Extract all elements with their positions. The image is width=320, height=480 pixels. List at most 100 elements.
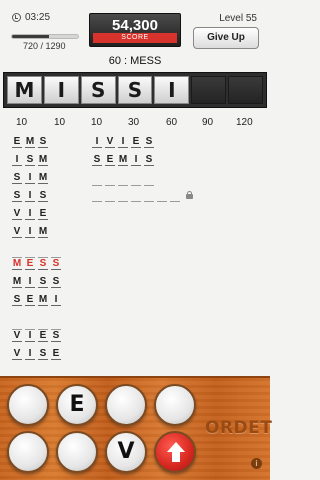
word-letter: M (38, 172, 48, 184)
strip-tile-empty (228, 76, 264, 104)
found-word: SEMI (12, 294, 61, 306)
word-letter: I (92, 136, 102, 148)
submit-button[interactable] (154, 431, 196, 473)
word-letter: S (38, 258, 48, 270)
word-slot-empty (12, 318, 61, 330)
found-word: SIS (12, 190, 48, 202)
word-letter: I (25, 330, 35, 342)
found-word: SIM (12, 172, 48, 184)
score-display: 54,300 SCORE (89, 13, 181, 47)
top-bar: 03:25 720 / 1290 54,300 SCORE Level 55 G… (0, 0, 270, 76)
found-word: VISE (12, 348, 61, 360)
letter-strip: M I S S I (3, 72, 267, 108)
word-letter: I (25, 348, 35, 360)
length-score: 60 (166, 117, 178, 128)
word-letter: S (12, 190, 22, 202)
strip-tile[interactable]: M (7, 76, 42, 104)
word-letter: E (38, 330, 48, 342)
rack-disk[interactable] (7, 384, 49, 426)
give-up-button[interactable]: Give Up (193, 27, 259, 49)
word-letter: S (144, 136, 154, 148)
progress-fill (12, 35, 49, 38)
word-letter: E (25, 294, 35, 306)
word-letter: E (38, 208, 48, 220)
word-slot-empty (92, 174, 154, 186)
word-slot-empty (92, 190, 180, 202)
length-score: 10 (54, 117, 66, 128)
length-score: 120 (236, 117, 253, 128)
word-letter: V (12, 226, 22, 238)
progress-text: 720 / 1290 (23, 41, 66, 51)
info-button[interactable]: i (251, 458, 262, 469)
word-letter: E (105, 154, 115, 166)
word-letter: E (12, 136, 22, 148)
word-letter: S (51, 330, 61, 342)
rack-disk[interactable] (105, 384, 147, 426)
strip-tile[interactable]: I (154, 76, 190, 104)
found-word: MESS (12, 258, 61, 270)
word-letter: I (12, 154, 22, 166)
word-letter: V (12, 208, 22, 220)
word-slot-empty (12, 246, 61, 258)
word-letter: I (25, 208, 35, 220)
length-score: 90 (202, 117, 214, 128)
word-letter: M (12, 258, 22, 270)
score-value: 54,300 (112, 17, 158, 34)
word-letter: S (51, 258, 61, 270)
strip-tile-empty (191, 76, 227, 104)
word-letter: S (38, 190, 48, 202)
word-letter: S (38, 276, 48, 288)
word-letter: M (12, 276, 22, 288)
word-letter: I (25, 172, 35, 184)
word-letter: M (38, 226, 48, 238)
length-score: 30 (128, 117, 140, 128)
word-letter: V (12, 330, 22, 342)
word-letter: S (12, 172, 22, 184)
word-letter: S (25, 154, 35, 166)
word-letter: S (38, 136, 48, 148)
word-letter: I (25, 276, 35, 288)
rack-disk[interactable] (7, 431, 49, 473)
length-score: 10 (16, 117, 28, 128)
word-letter: S (38, 348, 48, 360)
strip-tile[interactable]: S (117, 76, 153, 104)
word-letter: S (51, 276, 61, 288)
found-word: ISM (12, 154, 48, 166)
word-letter: M (38, 294, 48, 306)
word-letter: I (118, 136, 128, 148)
found-word: VIM (12, 226, 48, 238)
word-letter: S (144, 154, 154, 166)
found-word: IVIES (92, 136, 154, 148)
up-arrow-icon (167, 442, 185, 452)
word-letter: I (25, 190, 35, 202)
length-scores: 10 10 10 30 60 90 120 (0, 117, 270, 129)
timer: 03:25 (12, 12, 50, 23)
strip-tile[interactable]: S (80, 76, 116, 104)
timer-value: 03:25 (25, 12, 51, 23)
progress-bar (11, 34, 79, 39)
found-word: EMS (12, 136, 48, 148)
found-word: SEMIS (92, 154, 154, 166)
found-word: VIES (12, 330, 61, 342)
lock-icon (186, 191, 193, 199)
word-letter: S (12, 294, 22, 306)
rack-disk[interactable] (56, 431, 98, 473)
word-letter: I (25, 226, 35, 238)
word-letter: I (131, 154, 141, 166)
word-letter: V (12, 348, 22, 360)
clock-icon (12, 13, 21, 22)
word-letter: M (25, 136, 35, 148)
word-letter: S (92, 154, 102, 166)
level-indicator: Level 55 (219, 13, 257, 24)
length-score: 10 (91, 117, 103, 128)
rack-disk[interactable]: E (56, 384, 98, 426)
brand-logo: ORDET (205, 418, 273, 438)
word-letter: M (118, 154, 128, 166)
strip-tile[interactable]: I (43, 76, 79, 104)
found-word: MISS (12, 276, 61, 288)
word-letter: E (51, 348, 61, 360)
score-label: SCORE (93, 33, 177, 43)
word-letter: E (131, 136, 141, 148)
rack-disk[interactable] (154, 384, 196, 426)
rack-disk[interactable]: V (105, 431, 147, 473)
